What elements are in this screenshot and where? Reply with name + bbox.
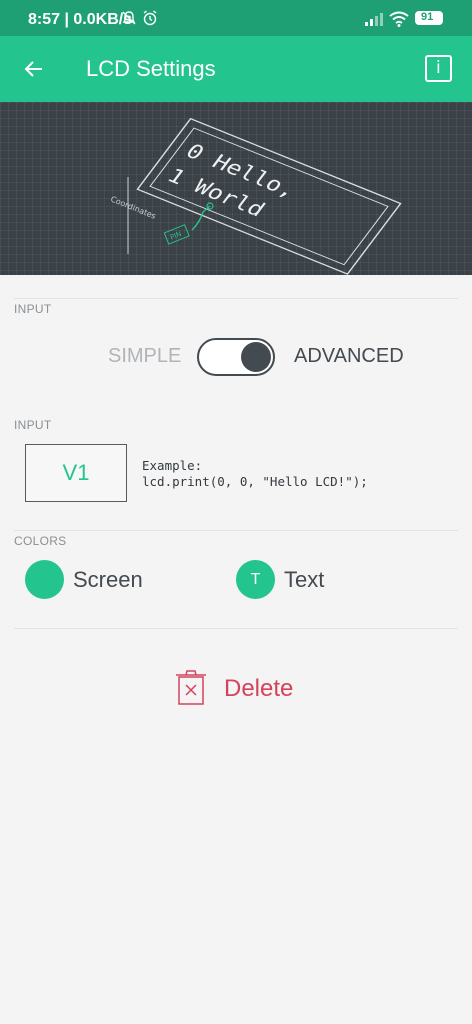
delete-button[interactable]: Delete xyxy=(176,670,316,708)
signal-icon xyxy=(365,13,383,26)
text-color-label: Text xyxy=(284,567,325,592)
simple-mode-label[interactable]: SIMPLE xyxy=(108,345,181,368)
screen-color-picker[interactable]: Screen xyxy=(25,560,175,600)
alarm-icon xyxy=(143,10,157,26)
toggle-knob xyxy=(241,342,271,372)
code-example: Example: lcd.print(0, 0, "Hello LCD!"); xyxy=(142,458,368,489)
screen-color-label: Screen xyxy=(73,567,143,592)
divider xyxy=(14,628,458,629)
pin-label: PIN xyxy=(169,230,183,242)
lcd-inner-frame xyxy=(149,127,389,266)
status-bar: 8:57 | 0.0KB/s 91 xyxy=(0,0,472,36)
input-mode-toggle[interactable] xyxy=(197,338,275,376)
info-icon[interactable]: i xyxy=(425,55,452,82)
trash-icon xyxy=(176,670,206,705)
coordinates-caption: Coordinates xyxy=(109,195,157,221)
text-color-swatch[interactable]: T xyxy=(236,560,275,599)
pin-input-label: INPUT xyxy=(14,418,52,432)
pin-value: V1 xyxy=(62,460,90,485)
app-bar: LCD Settings i xyxy=(0,36,472,102)
page-title: LCD Settings xyxy=(86,56,216,81)
divider xyxy=(14,298,458,299)
divider xyxy=(14,530,458,531)
lcd-illustration: 0 Hello, 1 World Coordinates Coordinates… xyxy=(0,102,472,275)
screen-color-swatch[interactable] xyxy=(25,560,64,599)
text-color-picker[interactable]: T Text xyxy=(236,560,356,600)
status-time: 8:57 | 0.0KB/s xyxy=(28,11,133,28)
text-swatch-glyph: T xyxy=(250,571,261,588)
delete-label: Delete xyxy=(224,675,294,702)
battery-level: 91 xyxy=(421,11,434,23)
info-glyph: i xyxy=(436,58,441,78)
arrow-left-icon[interactable] xyxy=(20,55,48,83)
bell-off-icon xyxy=(122,11,136,25)
input-mode-label: INPUT xyxy=(14,302,52,316)
lcd-outer-frame xyxy=(136,117,402,275)
clock-text: 8:57 xyxy=(28,11,61,28)
advanced-mode-label[interactable]: ADVANCED xyxy=(294,345,404,368)
colors-label: COLORS xyxy=(14,534,67,548)
battery-icon: 91 xyxy=(415,11,443,25)
pin-selector[interactable]: V1 xyxy=(25,444,127,502)
wifi-icon xyxy=(389,11,409,27)
lcd-drawing: 0 Hello, 1 World Coordinates Coordinates… xyxy=(109,117,402,275)
